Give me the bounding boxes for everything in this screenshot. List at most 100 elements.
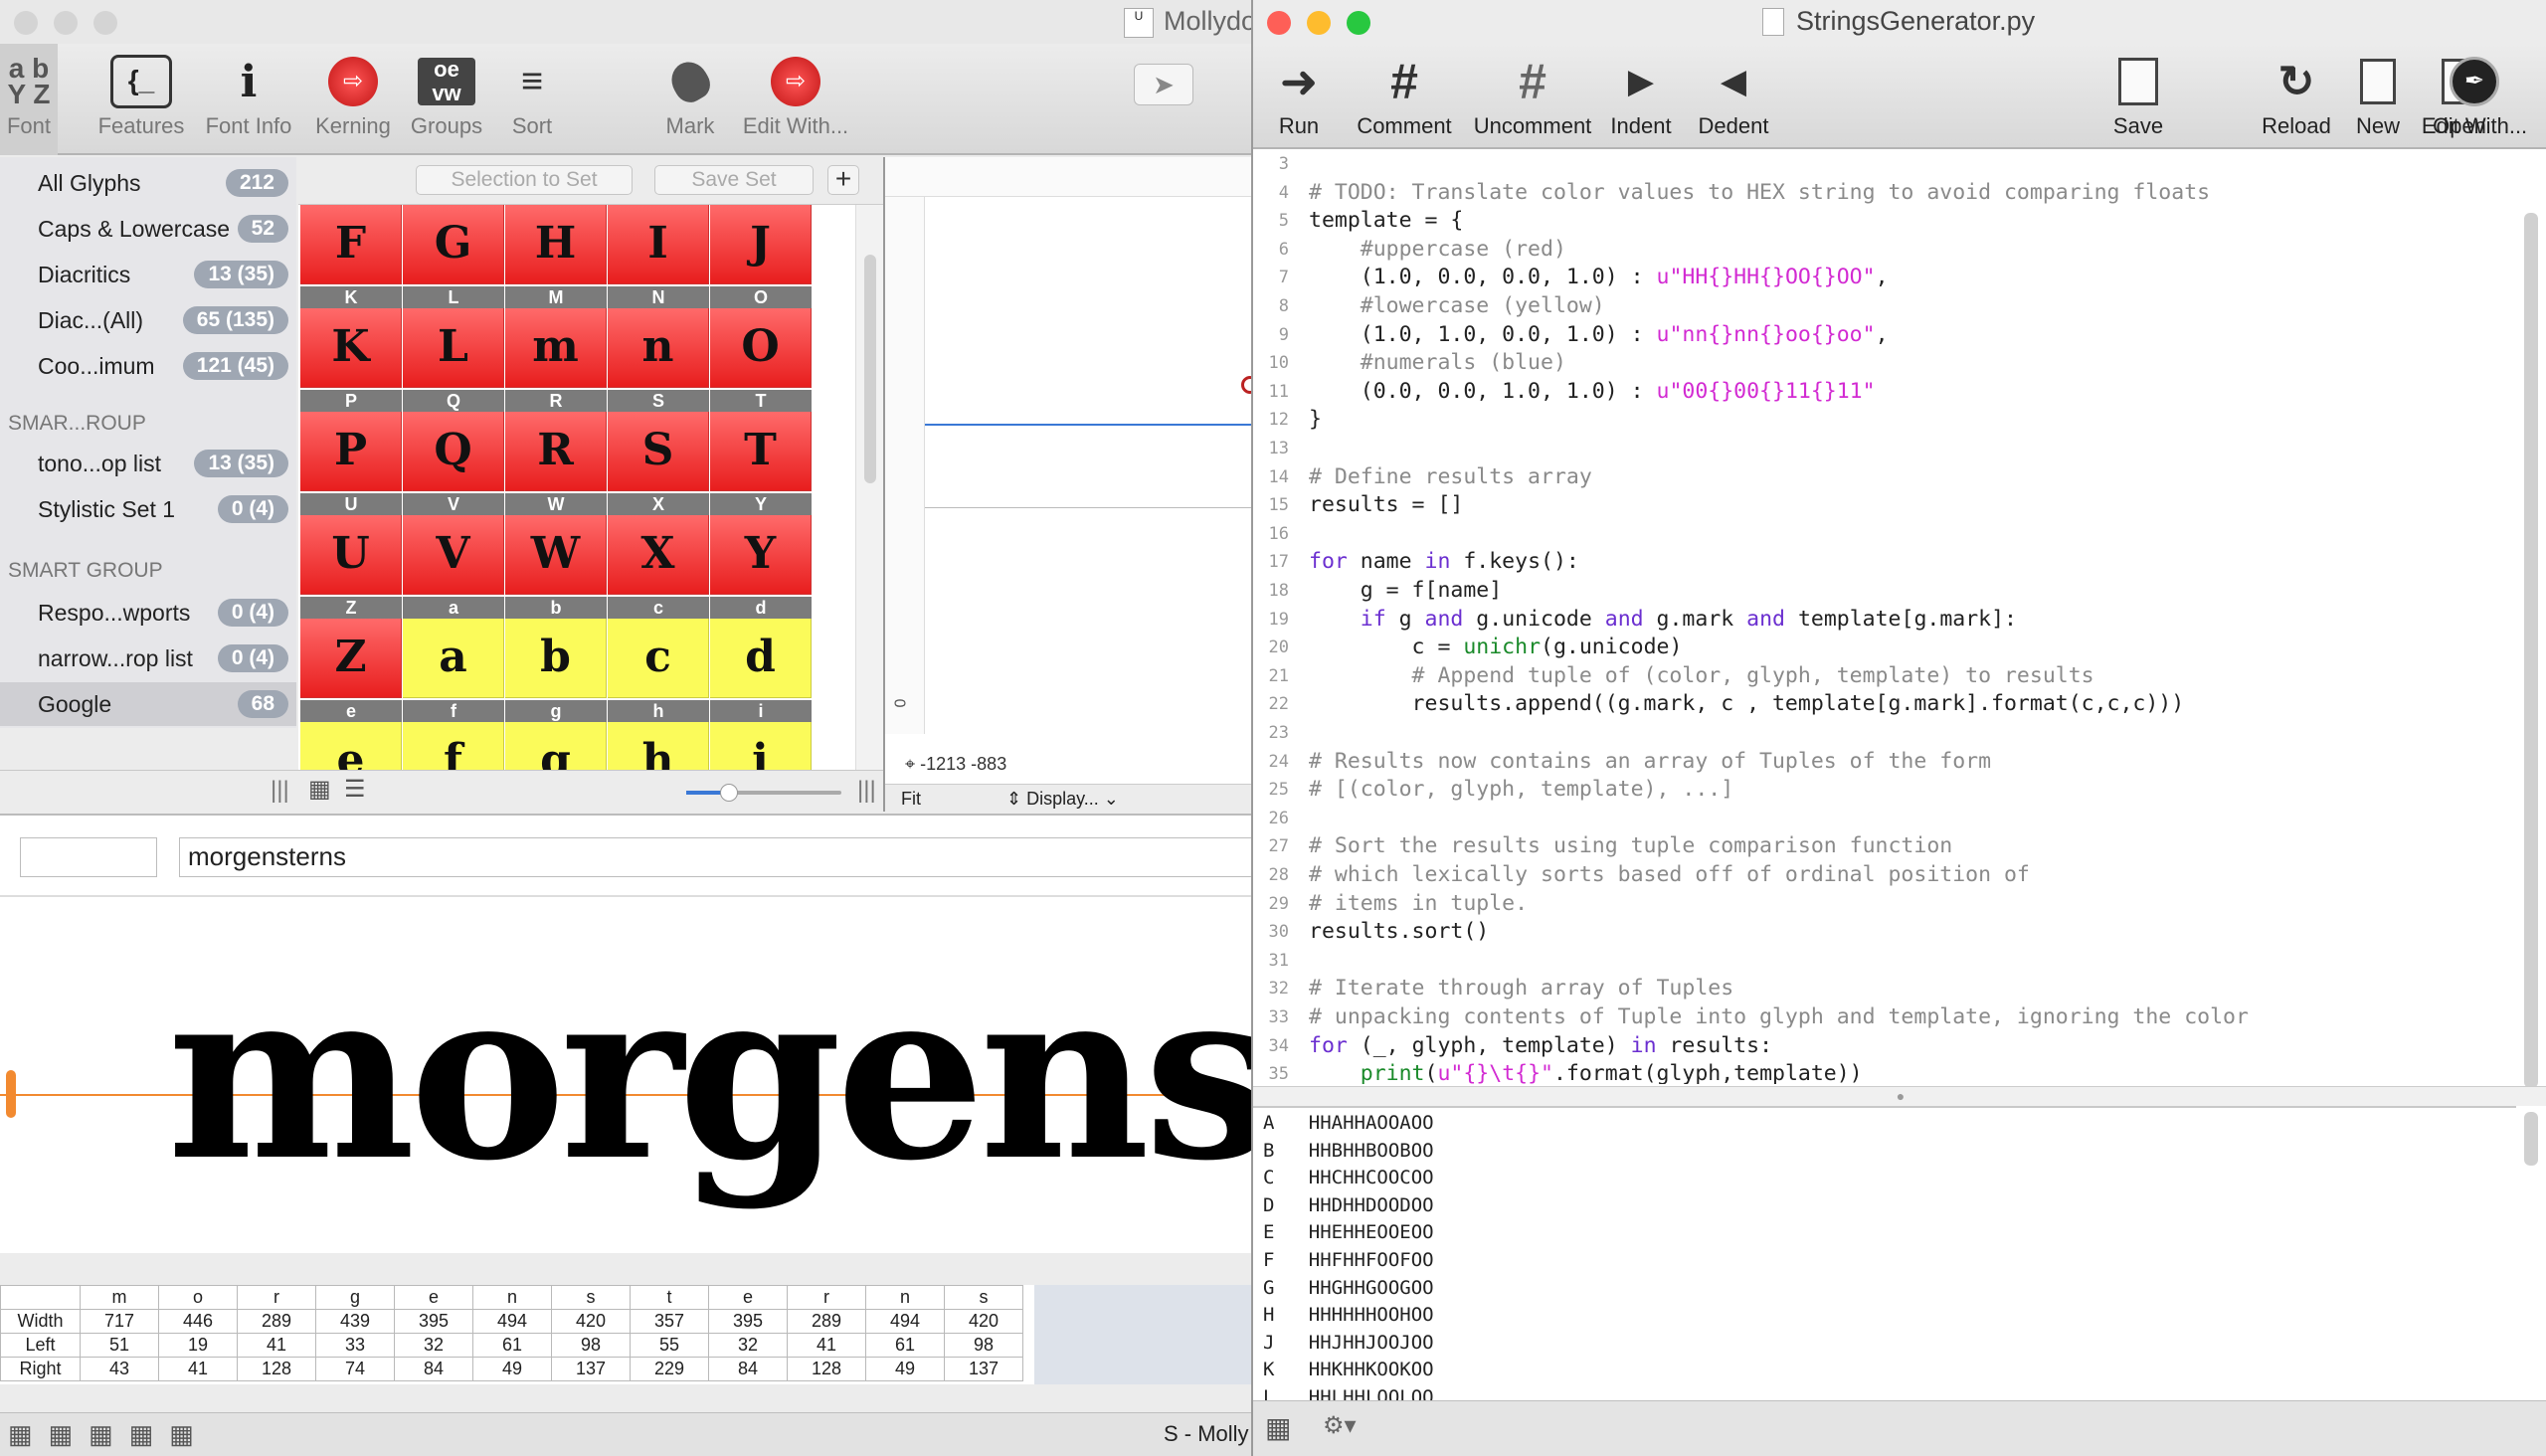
metrics-cell[interactable]: 717 bbox=[80, 1309, 159, 1334]
uncomment-button[interactable]: # Uncomment bbox=[1466, 44, 1599, 155]
glyph-cell[interactable]: KK bbox=[300, 286, 402, 388]
metrics-cell[interactable]: 41 bbox=[158, 1357, 238, 1381]
sidebar-item-tono-op-list[interactable]: tono...op list 13 (35) bbox=[0, 442, 296, 485]
code-line[interactable]: 7 (1.0, 0.0, 0.0, 1.0) : u"HH{}HH{}OO{}O… bbox=[1253, 263, 2516, 290]
metrics-cell[interactable]: 446 bbox=[158, 1309, 238, 1334]
code-line[interactable]: 15 results = [] bbox=[1253, 490, 2516, 518]
glyph-cell[interactable]: VV bbox=[403, 493, 504, 595]
code-line[interactable]: 18 g = f[name] bbox=[1253, 576, 2516, 604]
split-handle-icon[interactable]: ||| bbox=[857, 777, 876, 805]
sidebar-item-coo-imum[interactable]: Coo...imum 121 (45) bbox=[0, 344, 296, 388]
code-line[interactable]: 23 bbox=[1253, 718, 2516, 746]
code-line[interactable]: 13 bbox=[1253, 434, 2516, 461]
glyph-cell[interactable]: RR bbox=[505, 390, 607, 491]
sidebar-toggle-icon[interactable]: ||| bbox=[271, 777, 289, 805]
code-line[interactable]: 4 # TODO: Translate color values to HEX s… bbox=[1253, 178, 2516, 206]
glyph-cell[interactable]: gg bbox=[505, 700, 607, 770]
sidebar-item-respo-wports[interactable]: Respo...wports 0 (4) bbox=[0, 591, 296, 635]
code-line[interactable]: 22 results.append((g.mark, c , template[… bbox=[1253, 689, 2516, 717]
code-line[interactable]: 17 for name in f.keys(): bbox=[1253, 547, 2516, 575]
code-line[interactable]: 3 bbox=[1253, 149, 2516, 177]
metrics-cell[interactable]: 395 bbox=[394, 1309, 473, 1334]
indent-button[interactable]: ▶ Indent bbox=[1601, 44, 1681, 155]
metrics-cell[interactable]: 289 bbox=[787, 1309, 866, 1334]
glyph-cell[interactable]: OO bbox=[710, 286, 812, 388]
code-line[interactable]: 9 (1.0, 1.0, 0.0, 1.0) : u"nn{}nn{}oo{}o… bbox=[1253, 320, 2516, 348]
code-line[interactable]: 26 bbox=[1253, 804, 2516, 831]
metrics-cell[interactable]: 128 bbox=[237, 1357, 316, 1381]
code-line[interactable]: 34 for (_, glyph, template) in results: bbox=[1253, 1031, 2516, 1059]
metrics-cell[interactable]: 137 bbox=[944, 1357, 1023, 1381]
split-handle[interactable]: ● bbox=[1253, 1086, 2546, 1106]
glyph-cell[interactable]: JJ bbox=[710, 205, 812, 284]
dedent-button[interactable]: ◀ Dedent bbox=[1689, 44, 1778, 155]
glyph-cell[interactable]: Mm bbox=[505, 286, 607, 388]
code-line[interactable]: 30 results.sort() bbox=[1253, 917, 2516, 945]
glyph-cell[interactable]: LL bbox=[403, 286, 504, 388]
code-line[interactable]: 25 # [(color, glyph, template), ...] bbox=[1253, 775, 2516, 803]
glyph-cell[interactable]: SS bbox=[608, 390, 709, 491]
metrics-cell[interactable]: 51 bbox=[80, 1333, 159, 1358]
glyph-cell[interactable]: Nn bbox=[608, 286, 709, 388]
layout-icons[interactable]: ▦▦▦▦▦ bbox=[8, 1419, 210, 1450]
metrics-cell[interactable]: 84 bbox=[394, 1357, 473, 1381]
toolbar-kerning-button[interactable]: ⇨ Kerning bbox=[308, 44, 398, 155]
code-line[interactable]: 14 # Define results array bbox=[1253, 462, 2516, 490]
metrics-cell[interactable]: 84 bbox=[708, 1357, 788, 1381]
glyph-cell[interactable]: PP bbox=[300, 390, 402, 491]
gear-icon[interactable]: ⚙▾ bbox=[1323, 1411, 1357, 1440]
glyph-cell[interactable]: XX bbox=[608, 493, 709, 595]
display-popup[interactable]: ⇕ Display... ⌄ bbox=[1006, 789, 1119, 810]
sidebar-item-diac-all[interactable]: Diac...(All) 65 (135) bbox=[0, 298, 296, 342]
metrics-cell[interactable]: 32 bbox=[394, 1333, 473, 1358]
code-line[interactable]: 12} bbox=[1253, 405, 2516, 433]
metrics-cell[interactable]: 128 bbox=[787, 1357, 866, 1381]
reload-button[interactable]: ↻ Reload bbox=[2252, 44, 2341, 155]
glyph-cell[interactable]: ii bbox=[710, 700, 812, 770]
grid-view-icon[interactable]: ▦ bbox=[308, 775, 331, 804]
glyph-cell[interactable]: TT bbox=[710, 390, 812, 491]
sidebar-item-narrow-rop-list[interactable]: narrow...rop list 0 (4) bbox=[0, 637, 296, 680]
metrics-cell[interactable]: 420 bbox=[944, 1309, 1023, 1334]
baseline-handle[interactable] bbox=[6, 1070, 16, 1118]
grid-scrollbar[interactable] bbox=[855, 205, 883, 770]
output-scrollbar[interactable] bbox=[2524, 1112, 2538, 1166]
zoom-slider[interactable] bbox=[686, 784, 841, 802]
glyph-cell[interactable]: ZZ bbox=[300, 597, 402, 698]
save-set-button[interactable]: Save Set bbox=[654, 165, 814, 195]
glyph-cell[interactable]: ff bbox=[403, 700, 504, 770]
selection-to-set-button[interactable]: Selection to Set bbox=[416, 165, 633, 195]
metrics-cell[interactable]: 98 bbox=[551, 1333, 631, 1358]
zoom-button[interactable] bbox=[93, 11, 117, 35]
metrics-cell[interactable]: 61 bbox=[472, 1333, 552, 1358]
comment-button[interactable]: # Comment bbox=[1345, 44, 1464, 155]
toolbar-sort-button[interactable]: ≡ Sort bbox=[497, 44, 567, 155]
code-line[interactable]: 32 # Iterate through array of Tuples bbox=[1253, 974, 2516, 1001]
glyph-cell[interactable]: HH bbox=[505, 205, 607, 284]
code-line[interactable]: 27 # Sort the results using tuple compari… bbox=[1253, 831, 2516, 859]
code-line[interactable]: 21 # Append tuple of (color, glyph, temp… bbox=[1253, 661, 2516, 689]
metrics-cell[interactable]: 229 bbox=[630, 1357, 709, 1381]
metrics-cell[interactable]: 98 bbox=[944, 1333, 1023, 1358]
metrics-cell[interactable]: 19 bbox=[158, 1333, 238, 1358]
list-view-icon[interactable]: ☰ bbox=[344, 775, 366, 804]
metrics-cell[interactable]: 357 bbox=[630, 1309, 709, 1334]
glyph-cell[interactable]: YY bbox=[710, 493, 812, 595]
metrics-cell[interactable]: 395 bbox=[708, 1309, 788, 1334]
glyph-cell[interactable]: ee bbox=[300, 700, 402, 770]
code-line[interactable]: 31 bbox=[1253, 946, 2516, 974]
save-button[interactable]: Save bbox=[2098, 44, 2178, 155]
metrics-cell[interactable]: 41 bbox=[787, 1333, 866, 1358]
sidebar-toggle-icon[interactable]: ▦ bbox=[1265, 1411, 1291, 1444]
preview-text-input[interactable]: morgensterns bbox=[179, 837, 1255, 877]
glyph-cell[interactable]: QQ bbox=[403, 390, 504, 491]
code-line[interactable]: 8 #lowercase (yellow) bbox=[1253, 291, 2516, 319]
glyph-cell[interactable]: UU bbox=[300, 493, 402, 595]
glyph-cell[interactable]: cc bbox=[608, 597, 709, 698]
code-line[interactable]: 10 #numerals (blue) bbox=[1253, 348, 2516, 376]
glyph-cell[interactable]: hh bbox=[608, 700, 709, 770]
close-button[interactable] bbox=[14, 11, 38, 35]
sidebar-item-stylistic-set-1[interactable]: Stylistic Set 1 0 (4) bbox=[0, 487, 296, 531]
fit-label[interactable]: Fit bbox=[901, 789, 921, 810]
sidebar-item-google[interactable]: Google 68 bbox=[0, 682, 296, 726]
